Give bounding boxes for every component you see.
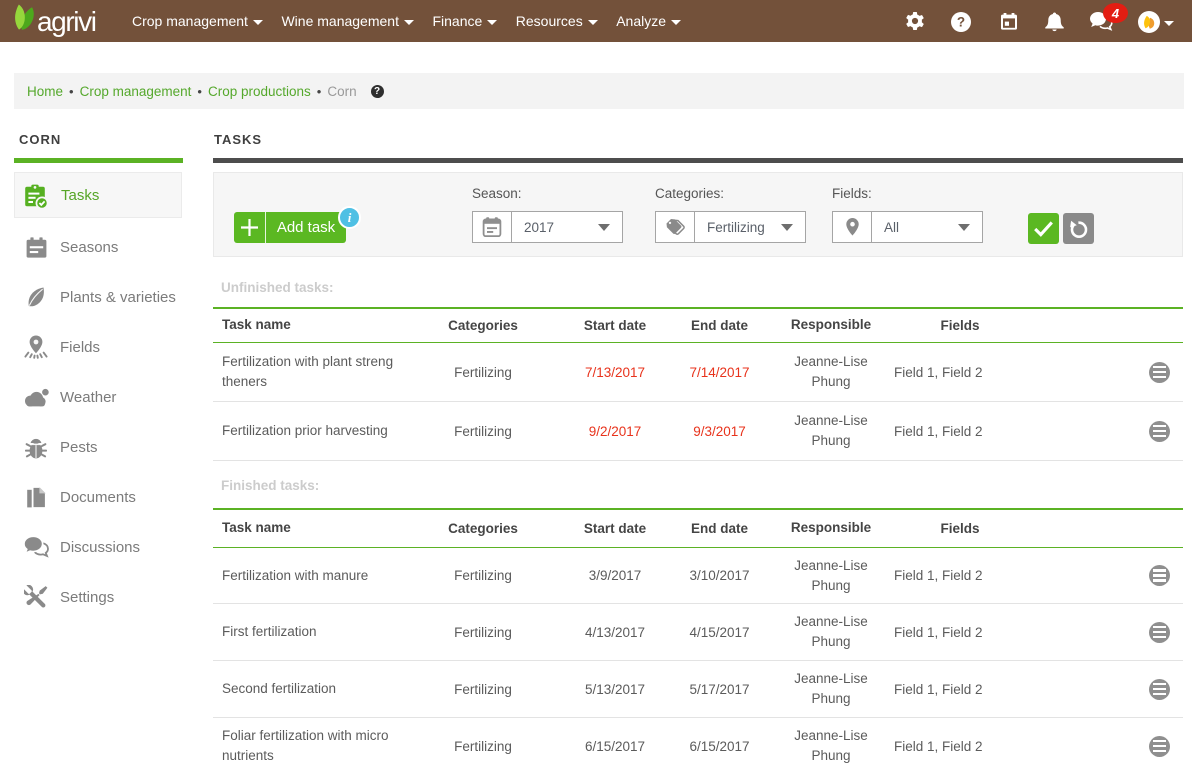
- svg-text:?: ?: [957, 15, 965, 30]
